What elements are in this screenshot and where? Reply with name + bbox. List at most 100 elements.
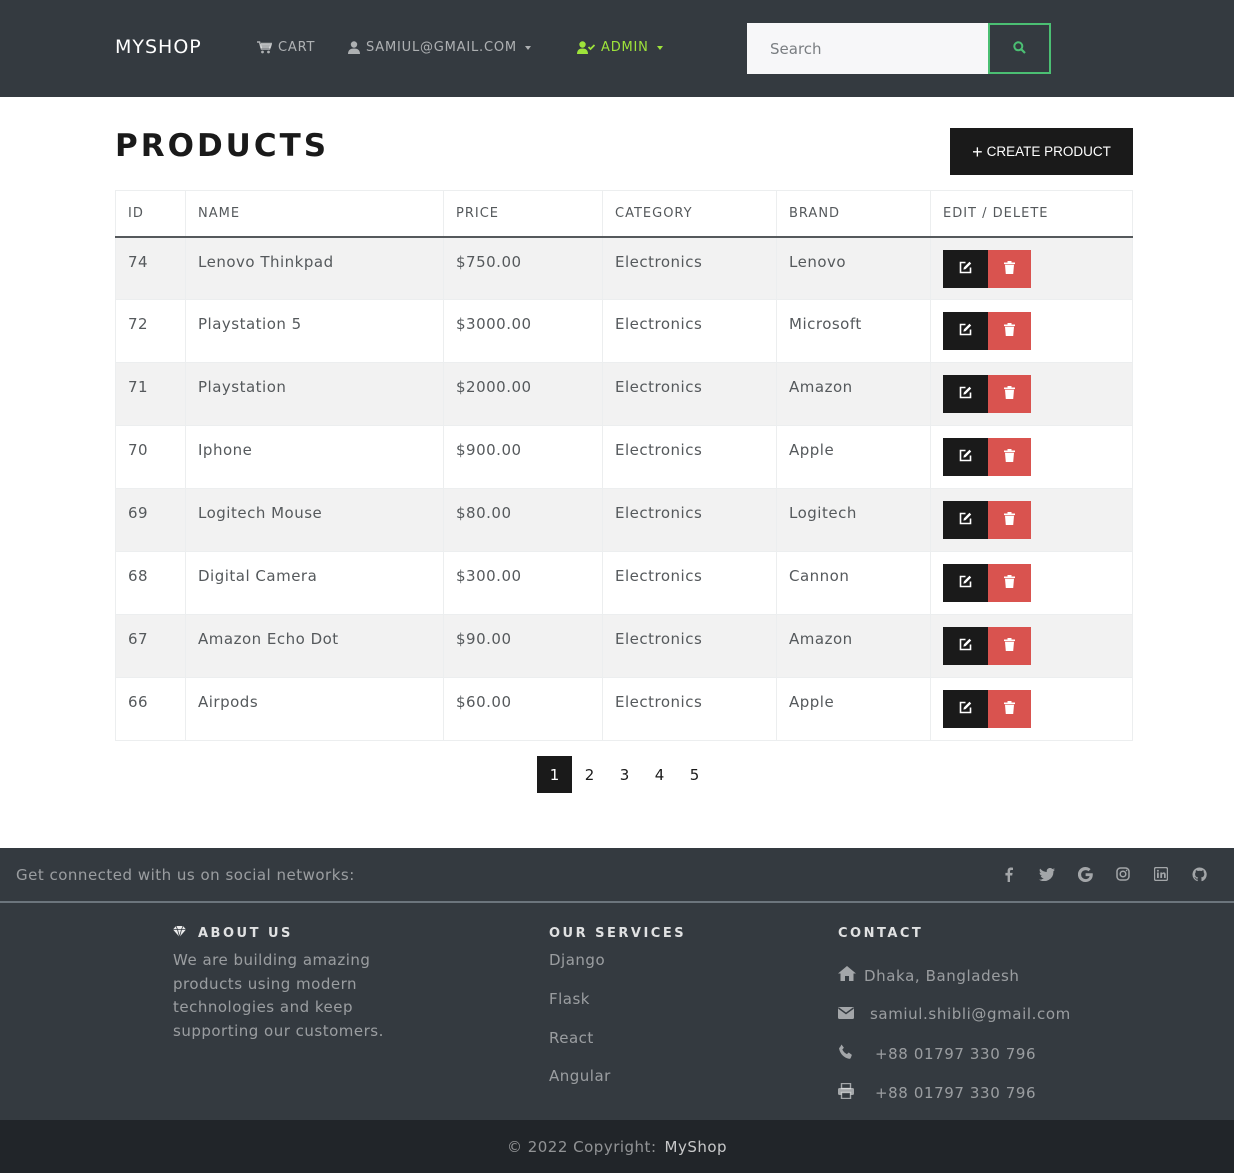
edit-button[interactable] (943, 690, 988, 728)
cell-brand: Lenovo (776, 236, 931, 300)
service-link-django[interactable]: Django (549, 951, 605, 969)
cell-name: Iphone (185, 425, 444, 489)
row-actions (943, 312, 1031, 350)
cell-name: Logitech Mouse (185, 488, 444, 552)
cell-actions (930, 425, 1133, 489)
delete-button[interactable] (988, 627, 1031, 665)
cell-category: Electronics (602, 488, 777, 552)
edit-button[interactable] (943, 501, 988, 539)
edit-button[interactable] (943, 375, 988, 413)
edit-button[interactable] (943, 564, 988, 602)
page-link-3[interactable]: 3 (607, 756, 642, 793)
delete-button[interactable] (988, 438, 1031, 476)
copyright-text: © 2022 Copyright: (506, 1137, 657, 1156)
trash-icon (1004, 512, 1015, 528)
page-link-5[interactable]: 5 (677, 756, 712, 793)
page-link-2[interactable]: 2 (572, 756, 607, 793)
nav-admin-dropdown[interactable]: ADMIN (577, 40, 663, 55)
cell-name: Playstation (185, 362, 444, 426)
cell-price: $90.00 (443, 614, 603, 678)
contact-heading: CONTACT (838, 926, 924, 941)
edit-button[interactable] (943, 438, 988, 476)
service-link-angular[interactable]: Angular (549, 1067, 611, 1085)
cell-name: Playstation 5 (185, 299, 444, 363)
service-link-flask[interactable]: Flask (549, 990, 590, 1008)
user-icon (348, 41, 360, 54)
row-actions (943, 249, 1031, 288)
about-text: We are building amazing products using m… (173, 951, 384, 1040)
header-name: NAME (185, 190, 444, 238)
page-link-1[interactable]: 1 (537, 756, 572, 793)
edit-button[interactable] (943, 312, 988, 350)
twitter-icon[interactable] (1038, 865, 1056, 883)
facebook-icon[interactable] (1000, 865, 1018, 883)
plus-icon: + (972, 141, 983, 162)
edit-icon (959, 512, 972, 528)
nav-cart-link[interactable]: CART (257, 40, 315, 55)
nav-user-dropdown[interactable]: SAMIUL@GMAIL.COM (348, 40, 531, 55)
cell-brand: Cannon (776, 551, 931, 615)
cell-price: $750.00 (443, 236, 603, 300)
cell-brand: Amazon (776, 362, 931, 426)
trash-icon (1004, 323, 1015, 339)
edit-icon (959, 701, 972, 717)
cell-actions (930, 236, 1133, 300)
header-category: CATEGORY (602, 190, 777, 238)
cell-price: $900.00 (443, 425, 603, 489)
delete-button[interactable] (988, 312, 1031, 350)
page-link-4[interactable]: 4 (642, 756, 677, 793)
cell-category: Electronics (602, 614, 777, 678)
linkedin-icon[interactable] (1152, 865, 1170, 883)
brand-logo[interactable]: MYSHOP (115, 36, 202, 58)
trash-icon (1004, 701, 1015, 717)
trash-icon (1004, 386, 1015, 402)
table-row: 71 Playstation $2000.00 Electronics Amazon (115, 362, 1133, 426)
delete-button[interactable] (988, 249, 1031, 288)
cell-price: $3000.00 (443, 299, 603, 363)
home-icon (838, 966, 856, 985)
contact-address-text: Dhaka, Bangladesh (864, 966, 1020, 985)
trash-icon (1004, 638, 1015, 654)
cell-brand: Apple (776, 677, 931, 741)
create-product-button[interactable]: + CREATE PRODUCT (950, 128, 1133, 175)
delete-button[interactable] (988, 564, 1031, 602)
row-actions (943, 627, 1031, 665)
cell-category: Electronics (602, 362, 777, 426)
edit-icon (959, 261, 972, 277)
delete-button[interactable] (988, 501, 1031, 539)
github-icon[interactable] (1190, 865, 1208, 883)
edit-button[interactable] (943, 249, 988, 288)
delete-button[interactable] (988, 375, 1031, 413)
trash-icon (1004, 260, 1015, 277)
edit-button[interactable] (943, 627, 988, 665)
cell-name: Amazon Echo Dot (185, 614, 444, 678)
service-link-react[interactable]: React (549, 1029, 594, 1047)
search-button[interactable] (988, 23, 1051, 74)
cart-icon (257, 41, 272, 54)
row-actions (943, 375, 1031, 413)
products-table: ID NAME PRICE CATEGORY BRAND EDIT / DELE… (115, 190, 1133, 741)
cell-category: Electronics (602, 425, 777, 489)
cell-name: Airpods (185, 677, 444, 741)
row-actions (943, 564, 1031, 602)
copyright-brand-link[interactable]: MyShop (665, 1138, 728, 1156)
instagram-icon[interactable] (1114, 865, 1132, 883)
footer-copyright-bar: © 2022 Copyright: MyShop (0, 1120, 1234, 1173)
delete-button[interactable] (988, 690, 1031, 728)
nav-user-label: SAMIUL@GMAIL.COM (366, 40, 517, 55)
cell-actions (930, 677, 1133, 741)
search-input[interactable] (747, 23, 988, 74)
cell-id: 67 (115, 614, 186, 678)
header-price: PRICE (443, 190, 603, 238)
trash-icon (1004, 575, 1015, 591)
contact-email-text: samiul.shibli@gmail.com (870, 1005, 1071, 1023)
edit-icon (959, 386, 972, 402)
cell-name: Lenovo Thinkpad (185, 236, 444, 300)
chevron-down-icon (656, 45, 663, 50)
cell-id: 70 (115, 425, 186, 489)
user-check-icon (577, 41, 595, 54)
google-icon[interactable] (1076, 865, 1094, 883)
social-text: Get connected with us on social networks… (16, 866, 355, 884)
cell-id: 74 (115, 236, 186, 300)
cell-category: Electronics (602, 677, 777, 741)
